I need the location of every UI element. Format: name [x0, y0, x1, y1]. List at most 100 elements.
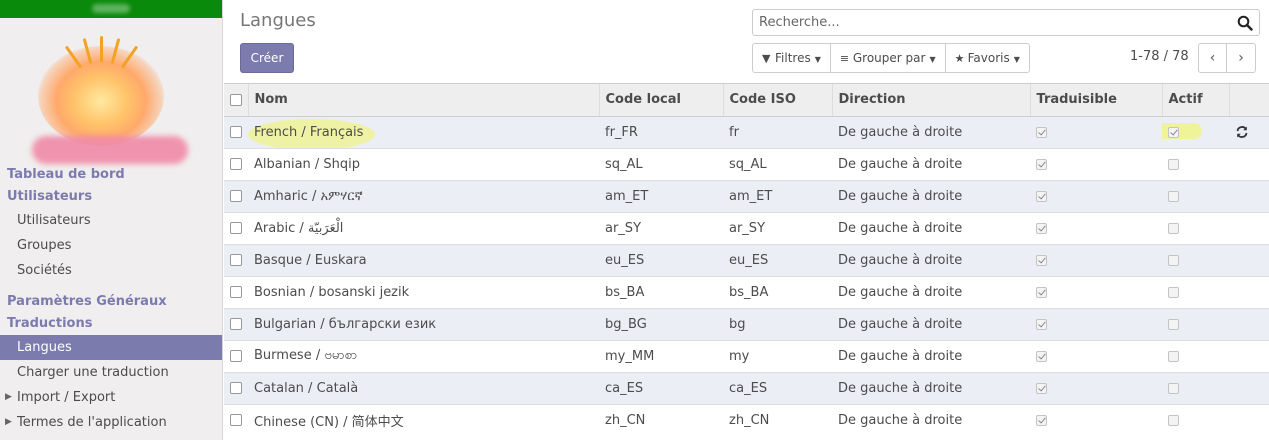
active-checkbox [1168, 286, 1179, 298]
row-select-cell[interactable] [224, 371, 248, 404]
sidebar-item[interactable]: Utilisateurs [0, 208, 222, 233]
active-checkbox [1168, 414, 1179, 426]
row-checkbox[interactable] [230, 414, 242, 427]
translatable-checkbox [1036, 286, 1047, 298]
row-select-cell[interactable] [224, 243, 248, 276]
pager-previous-button[interactable]: ‹ [1198, 43, 1227, 73]
create-button[interactable]: Créer [240, 43, 294, 73]
group-by-label: Grouper par [852, 51, 926, 65]
caret-down-icon: ▼ [1013, 55, 1020, 64]
sidebar-item[interactable]: Langues [0, 335, 222, 360]
sidebar-item-label: Termes de l'application [17, 415, 167, 430]
cell-direction: De gauche à droite [832, 179, 1030, 212]
cell-actions [1229, 339, 1269, 372]
table-row[interactable]: Burmese / ဗမာစာ my_MM my De gauche à droite [224, 339, 1269, 372]
row-select-cell[interactable] [224, 179, 248, 212]
caret-right-icon: ▶ [5, 417, 12, 427]
table-row[interactable]: Albanian / Shqip sq_AL sq_AL De gauche à dr… [224, 147, 1269, 180]
row-checkbox[interactable] [230, 190, 242, 202]
sidebar-item-label: Import / Export [17, 390, 116, 405]
row-select-cell[interactable] [224, 275, 248, 308]
cell-local-code: zh_CN [599, 403, 723, 436]
name-value: Amharic / አምሃርኛ [254, 189, 363, 204]
cell-local-code: eu_ES [599, 243, 723, 276]
table-row[interactable]: French / Français fr_FR fr De gauche à droi… [224, 115, 1269, 148]
cell-iso-code: zh_CN [723, 403, 832, 436]
row-checkbox[interactable] [230, 254, 242, 266]
pager-next-button[interactable]: › [1227, 43, 1256, 73]
company-logo[interactable] [0, 18, 222, 164]
row-select-cell[interactable] [224, 339, 248, 372]
row-checkbox[interactable] [230, 382, 242, 394]
name-value: Albanian / Shqip [254, 157, 360, 172]
active-checkbox [1168, 158, 1179, 170]
cell-name: Bosnian / bosanski jezik [248, 275, 599, 308]
table-body: French / Français fr_FR fr De gauche à droi… [224, 115, 1269, 436]
search-box[interactable] [752, 9, 1260, 36]
row-select-cell[interactable] [224, 115, 248, 148]
cell-active [1162, 115, 1229, 148]
list-icon: ≡ [839, 52, 850, 65]
sidebar-item[interactable]: ▶ Import / Export [0, 385, 222, 410]
active-checkbox-wrap [1168, 413, 1179, 428]
table-row[interactable]: Chinese (CN) / 简体中文 zh_CN zh_CN De gauche à… [224, 403, 1269, 436]
table-row[interactable]: Amharic / አምሃርኛ am_ET am_ET De gauche à dro… [224, 179, 1269, 212]
column-header-name[interactable]: Nom [248, 84, 600, 117]
table-row[interactable]: Catalan / Català ca_ES ca_ES De gauche à dr… [224, 371, 1269, 404]
search-icon[interactable] [1237, 15, 1253, 31]
row-select-cell[interactable] [224, 403, 248, 436]
cell-translatable [1030, 147, 1162, 180]
row-select-cell[interactable] [224, 307, 248, 340]
sidebar-item[interactable]: ▶ Termes de l'application [0, 410, 222, 435]
row-checkbox[interactable] [230, 318, 242, 330]
sidebar-item[interactable]: Sociétés [0, 258, 222, 283]
cell-name: Arabic / الْعَرَبيّة [248, 211, 599, 244]
row-checkbox[interactable] [230, 286, 242, 298]
row-checkbox[interactable] [230, 158, 242, 170]
cell-active [1162, 339, 1229, 372]
column-header-local-code[interactable]: Code local [599, 84, 724, 117]
column-header-active[interactable]: Actif [1162, 84, 1230, 117]
select-all-checkbox-cell[interactable] [224, 84, 249, 117]
table-row[interactable]: Basque / Euskara eu_ES eu_ES De gauche à dr… [224, 243, 1269, 276]
favorites-button[interactable]: ★ Favoris ▼ [946, 44, 1029, 72]
table-row[interactable]: Bulgarian / български език bg_BG bg De gauc… [224, 307, 1269, 340]
cell-local-code: bg_BG [599, 307, 723, 340]
row-select-cell[interactable] [224, 147, 248, 180]
sidebar-item[interactable]: Charger une traduction [0, 360, 222, 385]
translatable-checkbox [1036, 318, 1047, 330]
filters-button[interactable]: ▼ Filtres ▼ [753, 44, 831, 72]
translatable-checkbox [1036, 126, 1047, 138]
table-row[interactable]: Arabic / الْعَرَبيّة ar_SY ar_SY De gauche … [224, 211, 1269, 244]
cell-local-code: my_MM [599, 339, 723, 372]
cell-iso-code: eu_ES [723, 243, 832, 276]
reload-icon[interactable] [1235, 125, 1249, 139]
sidebar-menu: Tableau de bord Utilisateurs Utilisateurs G… [0, 164, 222, 435]
select-all-checkbox[interactable] [229, 93, 242, 106]
top-bar [0, 0, 222, 18]
active-checkbox [1168, 350, 1179, 362]
cell-actions [1229, 307, 1269, 340]
row-checkbox[interactable] [230, 126, 242, 138]
cell-actions[interactable] [1229, 115, 1269, 148]
table-row[interactable]: Bosnian / bosanski jezik bs_BA bs_BA De gau… [224, 275, 1269, 308]
filters-label: Filtres [775, 51, 811, 65]
sidebar-item[interactable]: Groupes [0, 233, 222, 258]
cell-actions [1229, 403, 1269, 436]
column-header-iso-code[interactable]: Code ISO [723, 84, 833, 117]
cell-translatable [1030, 179, 1162, 212]
sidebar-item-label: Charger une traduction [17, 365, 169, 380]
column-header-direction[interactable]: Direction [832, 84, 1031, 117]
cell-actions [1229, 147, 1269, 180]
row-select-cell[interactable] [224, 211, 248, 244]
row-checkbox[interactable] [230, 350, 242, 362]
name-text: Basque / Euskara [254, 252, 367, 268]
pager-value[interactable]: 1-78 / 78 [1130, 49, 1189, 64]
column-header-translatable[interactable]: Traduisible [1030, 84, 1163, 117]
cell-iso-code: ar_SY [723, 211, 832, 244]
group-by-button[interactable]: ≡ Grouper par ▼ [831, 44, 946, 72]
nav-gap [0, 283, 222, 291]
search-input[interactable] [753, 10, 1223, 35]
row-checkbox[interactable] [230, 222, 242, 234]
blurred-user-name [92, 4, 130, 13]
